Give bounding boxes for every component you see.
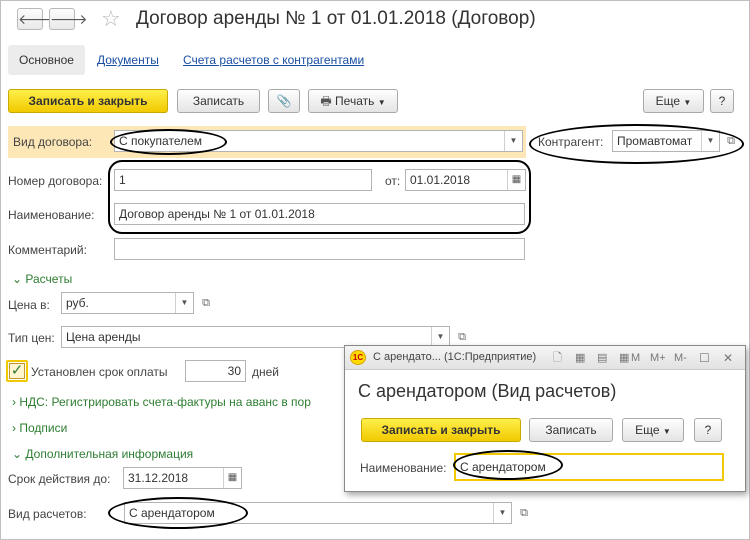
settlement-kind-label: Вид расчетов: [8, 507, 87, 521]
contract-type-field[interactable]: С покупателем ▼ [114, 130, 523, 152]
signatures-section-label: Подписи [19, 421, 68, 435]
attach-button[interactable]: 📎 [268, 89, 300, 113]
settlement-kind-field[interactable]: С арендатором ▼ [124, 502, 512, 524]
back-button[interactable]: 🡐 [17, 8, 56, 30]
chevron-down-icon: ⌄ [12, 272, 23, 286]
date-value: 01.01.2018 [410, 173, 471, 187]
save-and-close-button[interactable]: Записать и закрыть [8, 89, 168, 113]
close-icon[interactable]: ✕ [723, 350, 733, 366]
paperclip-icon: 📎 [276, 94, 292, 108]
popup-name-label: Наименование: [360, 461, 447, 475]
price-in-field[interactable]: руб. ▼ [61, 292, 194, 314]
open-icon[interactable]: ⧉ [515, 504, 533, 522]
save-button[interactable]: Записать [177, 89, 260, 113]
contract-number-field[interactable]: 1 [114, 169, 372, 191]
popup-name-field[interactable]: С арендатором [454, 453, 724, 481]
payment-days-field[interactable]: 30 [185, 360, 246, 382]
days-label: дней [252, 365, 280, 379]
popup-more-label: Еще [635, 423, 660, 437]
price-type-label: Тип цен: [8, 331, 55, 345]
printer-icon: 🖶 [320, 94, 332, 108]
calendar-icon[interactable]: ▦ [619, 350, 629, 366]
popup-title-bar: 1С С арендато... (1С:Предприятие) 🗋 ▦ ▤ … [345, 346, 745, 370]
dropdown-arrow-icon[interactable]: ▼ [175, 293, 193, 313]
chevron-down-icon: ▼ [683, 98, 692, 107]
calendar-icon[interactable]: ▦ [223, 468, 241, 488]
more-button[interactable]: Еще ▼ [643, 89, 704, 113]
logo-1c-icon: 1С [350, 350, 366, 365]
print-button[interactable]: 🖶 Печать ▼ [308, 89, 398, 113]
valid-until-field[interactable]: 31.12.2018 ▦ [123, 467, 242, 489]
page-title: Договор аренды № 1 от 01.01.2018 (Догово… [136, 8, 536, 29]
vat-section-toggle[interactable]: › НДС: Регистрировать счета-фактуры на а… [12, 395, 311, 409]
open-icon[interactable]: ⧉ [722, 132, 740, 150]
tab-accounts[interactable]: Счета расчетов с контрагентами [183, 53, 364, 67]
payment-term-label: Установлен срок оплаты [31, 365, 168, 379]
vat-section-label: НДС: Регистрировать счета-фактуры на ава… [19, 395, 311, 409]
settlements-section-label: Расчеты [25, 272, 73, 286]
signatures-section-toggle[interactable]: › Подписи [12, 421, 67, 435]
comment-field[interactable] [114, 238, 525, 260]
document-icon[interactable]: 🗋 [553, 350, 562, 366]
price-type-value: Цена аренды [66, 330, 141, 344]
name-field[interactable]: Договор аренды № 1 от 01.01.2018 [114, 203, 525, 225]
price-in-label: Цена в: [8, 298, 50, 312]
settlement-kind-value: С арендатором [129, 506, 215, 520]
valid-until-value: 31.12.2018 [128, 471, 189, 485]
popup-heading: С арендатором (Вид расчетов) [358, 381, 617, 401]
date-label: от: [385, 174, 401, 188]
memory-button[interactable]: M [631, 350, 640, 366]
extra-info-section-toggle[interactable]: ⌄ Дополнительная информация [12, 447, 193, 461]
settlements-section-toggle[interactable]: ⌄ Расчеты [12, 272, 72, 286]
settlement-kind-popup: 1С С арендато... (1С:Предприятие) 🗋 ▦ ▤ … [344, 345, 746, 492]
extra-info-section-label: Дополнительная информация [25, 447, 194, 461]
contract-number-label: Номер договора: [8, 174, 103, 188]
maximize-icon[interactable]: ☐ [699, 350, 710, 366]
chevron-down-icon: ▼ [377, 98, 386, 107]
open-icon[interactable]: ⧉ [197, 294, 215, 312]
dropdown-arrow-icon[interactable]: ▼ [431, 327, 449, 347]
chevron-right-icon: › [12, 421, 16, 435]
open-icon[interactable]: ⧉ [453, 328, 471, 346]
help-button[interactable]: ? [710, 89, 734, 113]
table-icon[interactable]: ▦ [575, 350, 585, 366]
memory-plus-button[interactable]: M+ [650, 350, 666, 366]
popup-save-button[interactable]: Записать [529, 418, 613, 442]
dropdown-arrow-icon[interactable]: ▼ [504, 131, 522, 151]
tab-main[interactable]: Основное [8, 45, 85, 75]
forward-button[interactable]: 🡒 [49, 8, 88, 30]
counterparty-value: Промавтомат [617, 134, 693, 148]
counterparty-label: Контрагент: [538, 135, 604, 149]
popup-window-title: С арендато... (1С:Предприятие) [373, 351, 537, 363]
popup-help-button[interactable]: ? [694, 418, 722, 442]
popup-save-and-close-button[interactable]: Записать и закрыть [361, 418, 521, 442]
calendar-icon[interactable]: ▦ [507, 170, 525, 190]
contract-type-label: Вид договора: [13, 135, 93, 149]
dropdown-arrow-icon[interactable]: ▼ [701, 131, 719, 151]
favorite-star-icon[interactable]: ☆ [101, 7, 121, 31]
tab-documents[interactable]: Документы [97, 53, 159, 67]
popup-more-button[interactable]: Еще ▼ [622, 418, 684, 442]
memory-minus-button[interactable]: M- [674, 350, 687, 366]
valid-until-label: Срок действия до: [8, 472, 111, 486]
more-label: Еще [655, 94, 681, 108]
calculator-icon[interactable]: ▤ [597, 350, 607, 366]
date-field[interactable]: 01.01.2018 ▦ [405, 169, 526, 191]
dropdown-arrow-icon[interactable]: ▼ [493, 503, 511, 523]
counterparty-field[interactable]: Промавтомат ▼ [612, 130, 720, 152]
chevron-down-icon: ⌄ [12, 447, 23, 461]
chevron-down-icon: ▼ [662, 427, 671, 436]
arrow-right-icon: 🡒 [50, 11, 88, 27]
price-in-value: руб. [66, 296, 89, 310]
comment-label: Комментарий: [8, 243, 87, 257]
print-label: Печать [335, 94, 375, 108]
chevron-right-icon: › [12, 395, 16, 409]
contract-type-value: С покупателем [119, 134, 203, 148]
payment-term-checkbox[interactable]: ✓ [9, 363, 25, 379]
name-label: Наименование: [8, 208, 95, 222]
